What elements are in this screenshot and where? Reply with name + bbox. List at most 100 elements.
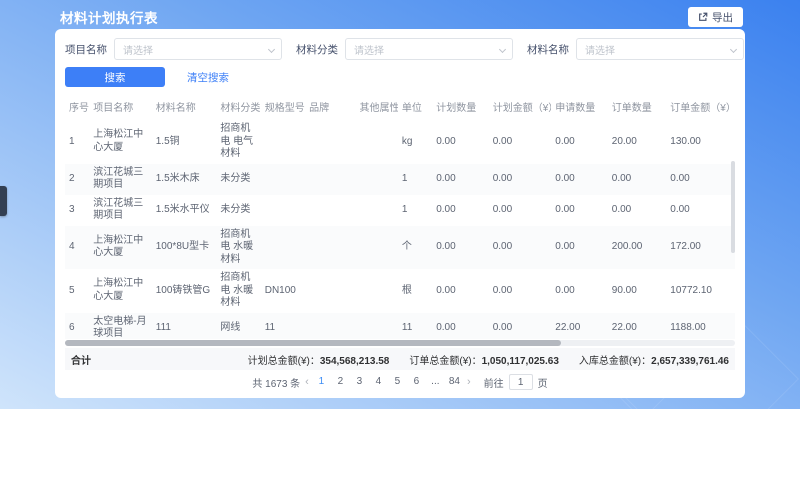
table-cell: 太空电梯-月球项目	[89, 313, 152, 340]
table-cell: 上海松江中心大厦	[89, 269, 152, 313]
column-header: 申请数量	[551, 95, 608, 120]
table-cell: 招商机电 水暖材料	[216, 269, 260, 313]
table-cell	[305, 120, 355, 164]
table-cell: 20.00	[608, 120, 667, 164]
table-cell: 1.5铜	[152, 120, 217, 164]
table-cell: 0.00	[432, 313, 489, 340]
clear-search-button[interactable]: 清空搜索	[187, 70, 229, 85]
material-select-placeholder: 请选择	[585, 42, 615, 57]
table-cell: 100*8U型卡	[152, 226, 217, 270]
table-cell: 0.00	[666, 164, 735, 195]
chevron-down-icon	[268, 46, 275, 53]
table-cell: 未分类	[216, 195, 260, 226]
column-header: 品牌	[305, 95, 355, 120]
table-cell: 1	[398, 195, 432, 226]
order-total: 订单总金额(¥)：1,050,117,025.63	[409, 352, 559, 367]
column-header: 序号	[65, 95, 89, 120]
export-button[interactable]: 导出	[688, 7, 743, 27]
table-cell: 10772.10	[666, 269, 735, 313]
table-body: 1上海松江中心大厦1.5铜招商机电 电气材料kg0.000.000.0020.0…	[65, 120, 735, 339]
filter-bar: 项目名称 请选择 材料分类 请选择 材料名称 请选择	[65, 37, 735, 61]
table-cell: 0.00	[666, 195, 735, 226]
table-cell: 0.00	[551, 269, 608, 313]
table-cell: 上海松江中心大厦	[89, 226, 152, 270]
table-cell	[356, 313, 398, 340]
pager-page-3[interactable]: 3	[352, 374, 367, 390]
pager-page-2[interactable]: 2	[333, 374, 348, 390]
table-cell: 0.00	[432, 269, 489, 313]
plan-total-value: 354,568,213.58	[320, 356, 390, 367]
table-cell: 滨江花城三期项目	[89, 164, 152, 195]
pager-pages: 123456... 84	[314, 374, 462, 390]
summary-bar: 合计 计划总金额(¥)：354,568,213.58 订单总金额(¥)：1,05…	[65, 348, 735, 370]
export-button-label: 导出	[712, 10, 733, 25]
table-cell: 22.00	[608, 313, 667, 340]
category-select[interactable]: 请选择	[345, 38, 513, 60]
project-filter-group: 项目名称 请选择	[65, 38, 282, 60]
sidebar-collapse-handle[interactable]	[0, 186, 7, 216]
table-cell	[356, 226, 398, 270]
table-cell	[305, 226, 355, 270]
table-row: 1上海松江中心大厦1.5铜招商机电 电气材料kg0.000.000.0020.0…	[65, 120, 735, 164]
table-cell: 1188.00	[666, 313, 735, 340]
table-cell: 招商机电 水暖材料	[216, 226, 260, 270]
pager-ellipsis: ...	[428, 374, 443, 390]
goto-label: 前往	[484, 375, 504, 390]
horizontal-scrollbar-track[interactable]	[65, 340, 735, 346]
pager-page-84[interactable]: 84	[447, 374, 462, 390]
search-button[interactable]: 搜索	[65, 67, 165, 87]
category-select-placeholder: 请选择	[354, 42, 384, 57]
pager-page-4[interactable]: 4	[371, 374, 386, 390]
filter-actions: 搜索 清空搜索	[65, 67, 735, 87]
table-cell: 1	[65, 120, 89, 164]
goto-page-input[interactable]	[509, 374, 533, 390]
table-cell: 11	[261, 313, 305, 340]
chevron-down-icon	[499, 46, 506, 53]
inbound-total: 入库总金额(¥)：2,657,339,761.46	[579, 352, 729, 367]
pager-page-5[interactable]: 5	[390, 374, 405, 390]
table-cell: 6	[65, 313, 89, 340]
pager-page-1[interactable]: 1	[314, 374, 329, 390]
table-cell	[305, 195, 355, 226]
category-filter-group: 材料分类 请选择	[296, 38, 513, 60]
project-select[interactable]: 请选择	[114, 38, 282, 60]
project-select-placeholder: 请选择	[123, 42, 153, 57]
table-cell	[356, 269, 398, 313]
summary-label: 合计	[71, 352, 91, 367]
table-cell: 0.00	[489, 226, 552, 270]
table-cell: 0.00	[432, 164, 489, 195]
horizontal-scrollbar-thumb[interactable]	[65, 340, 561, 346]
pager-prev-icon[interactable]: ‹	[305, 374, 309, 390]
material-filter-group: 材料名称 请选择	[527, 38, 744, 60]
table-cell	[305, 269, 355, 313]
category-filter-label: 材料分类	[296, 42, 338, 57]
table-cell: 滨江花城三期项目	[89, 195, 152, 226]
table-cell: 3	[65, 195, 89, 226]
table-cell: 22.00	[551, 313, 608, 340]
table-cell: 100铸铁管G	[152, 269, 217, 313]
table-header-row: 序号项目名称材料名称材料分类规格型号品牌其他属性单位计划数量计划金额（¥）申请数…	[65, 95, 735, 120]
table-cell	[356, 164, 398, 195]
table-container: 序号项目名称材料名称材料分类规格型号品牌其他属性单位计划数量计划金额（¥）申请数…	[65, 95, 735, 339]
table-cell	[356, 195, 398, 226]
materials-table: 序号项目名称材料名称材料分类规格型号品牌其他属性单位计划数量计划金额（¥）申请数…	[65, 95, 735, 339]
table-cell	[261, 195, 305, 226]
pager-next-icon[interactable]: ›	[467, 374, 471, 390]
table-row: 3滨江花城三期项目1.5米水平仪未分类10.000.000.000.000.00	[65, 195, 735, 226]
table-cell: 1.5米水平仪	[152, 195, 217, 226]
table-cell: 0.00	[489, 195, 552, 226]
pager-page-6[interactable]: 6	[409, 374, 424, 390]
pager-goto: 前往 页	[484, 374, 548, 390]
table-cell: 2	[65, 164, 89, 195]
table-cell: DN100	[261, 269, 305, 313]
table-cell: 11	[398, 313, 432, 340]
table-cell: 个	[398, 226, 432, 270]
column-header: 订单金额（¥）	[666, 95, 735, 120]
table-cell: 根	[398, 269, 432, 313]
table-cell: 0.00	[551, 226, 608, 270]
table-cell: 0.00	[489, 164, 552, 195]
table-cell: 111	[152, 313, 217, 340]
material-select[interactable]: 请选择	[576, 38, 744, 60]
vertical-scrollbar-thumb[interactable]	[731, 161, 735, 253]
table-cell: 1.5米木床	[152, 164, 217, 195]
